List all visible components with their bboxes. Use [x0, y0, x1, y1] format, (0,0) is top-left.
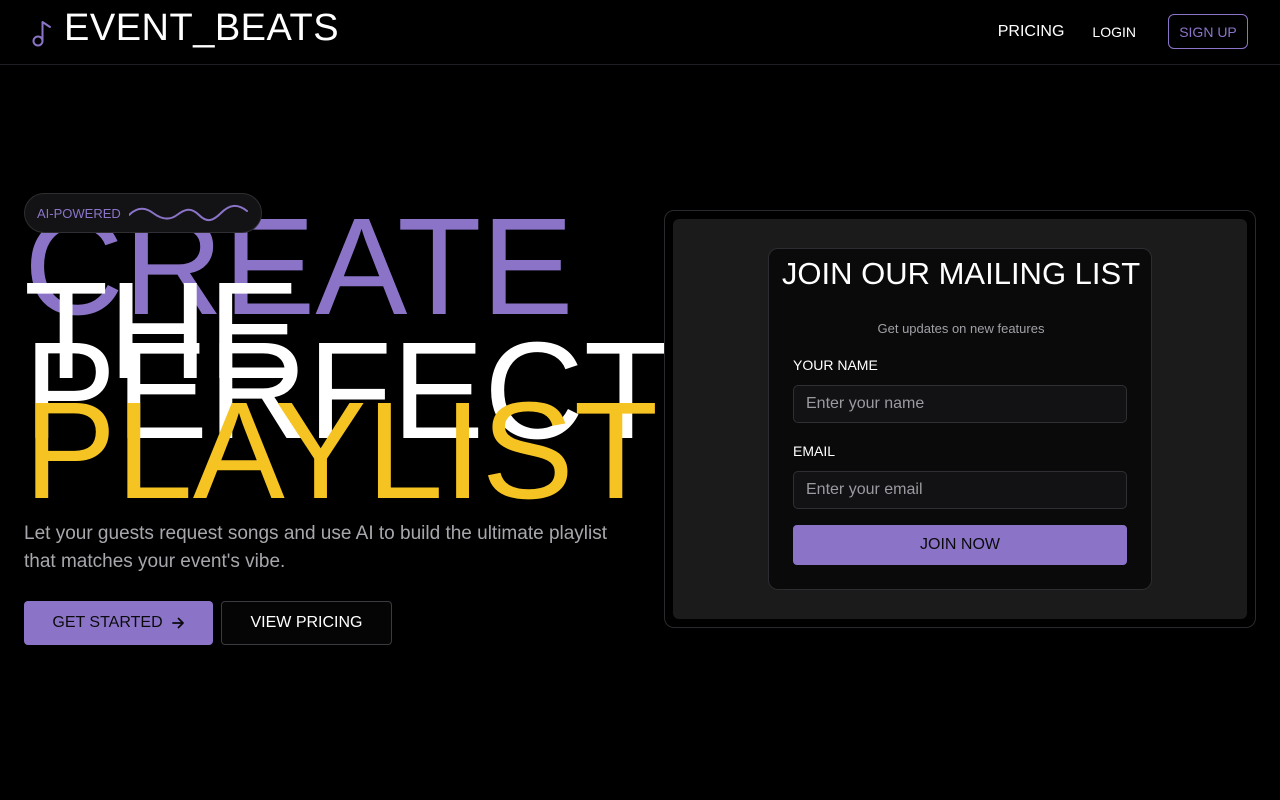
join-now-button[interactable]: JOIN NOW	[793, 525, 1127, 565]
badge-label: AI-POWERED	[37, 205, 121, 221]
nav-pricing-link[interactable]: PRICING	[998, 23, 1065, 41]
mailing-list-title: JOIN OUR MAILING LIST	[781, 256, 1141, 291]
signup-button[interactable]: SIGN UP	[1168, 14, 1248, 49]
email-label: EMAIL	[793, 443, 836, 459]
email-input[interactable]	[793, 471, 1127, 509]
get-started-label: GET STARTED	[52, 614, 163, 631]
ai-powered-badge: AI-POWERED	[24, 193, 262, 233]
nav-login-link[interactable]: LOGIN	[1092, 24, 1136, 40]
get-started-button[interactable]: GET STARTED	[24, 601, 213, 645]
main-nav: PRICING LOGIN SIGN UP	[998, 14, 1248, 49]
brand-name: EVENT_BEATS	[64, 7, 340, 49]
hero-description: Let your guests request songs and use AI…	[24, 523, 608, 572]
name-input[interactable]	[793, 385, 1127, 423]
mailing-list-subtitle: Get updates on new features	[877, 321, 1045, 336]
music-note-icon	[32, 21, 51, 47]
brand-logo[interactable]: EVENT_BEATS	[32, 6, 339, 50]
headline-line-playlist: PLAYLIST	[24, 374, 659, 528]
name-label: YOUR NAME	[793, 357, 878, 373]
arrow-right-icon	[171, 617, 184, 629]
mailing-list-panel-inner: JOIN OUR MAILING LIST Get updates on new…	[673, 219, 1247, 619]
mailing-list-panel: JOIN OUR MAILING LIST Get updates on new…	[664, 210, 1256, 628]
top-nav-bar: EVENT_BEATS PRICING LOGIN SIGN UP	[0, 0, 1280, 65]
mailing-list-form: JOIN OUR MAILING LIST Get updates on new…	[768, 248, 1152, 590]
landing-page: EVENT_BEATS PRICING LOGIN SIGN UP CREATE…	[0, 0, 1280, 800]
view-pricing-button[interactable]: VIEW PRICING	[221, 601, 392, 645]
sound-wave-icon	[128, 205, 248, 221]
